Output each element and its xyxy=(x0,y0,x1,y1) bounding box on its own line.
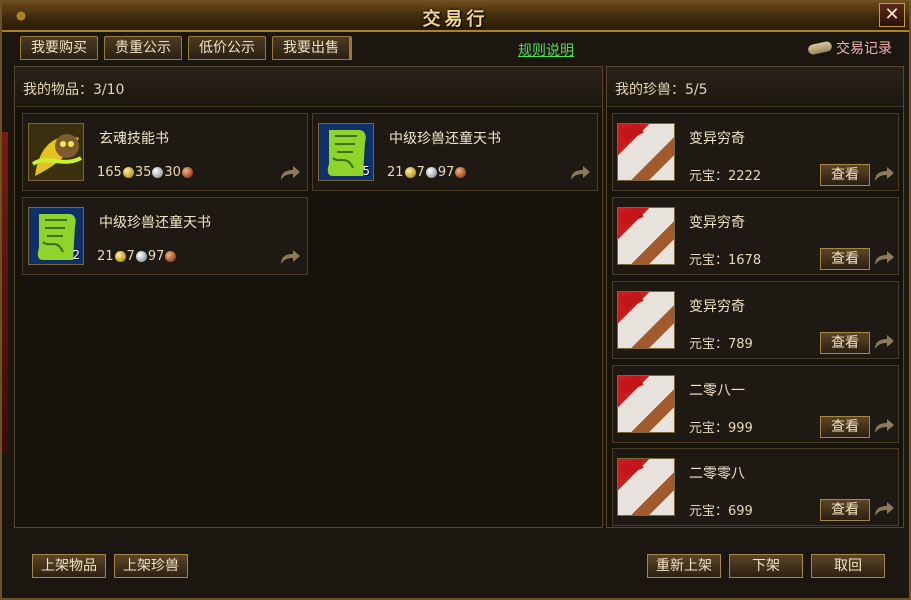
tab-lowprice[interactable]: 低价公示 xyxy=(188,36,266,60)
copper-amount: 30 xyxy=(164,165,181,180)
share-arrow-icon[interactable] xyxy=(873,502,895,518)
window-title: 交易行 xyxy=(422,9,489,30)
beast-name: 二零八一 xyxy=(689,383,745,399)
share-arrow-icon[interactable] xyxy=(873,251,895,267)
silver-amount: 7 xyxy=(416,165,425,180)
beast-price: 元宝：1678 xyxy=(689,253,762,268)
gold-amount: 21 xyxy=(97,249,114,264)
skill-book-icon xyxy=(28,123,84,181)
gold-coin-icon xyxy=(114,251,126,262)
stack-count: 2 xyxy=(72,248,80,262)
view-button[interactable]: 查看 xyxy=(820,499,870,521)
beast-portrait-icon xyxy=(617,291,675,349)
copper-amount: 97 xyxy=(437,165,455,180)
tab-valuable[interactable]: 贵重公示 xyxy=(104,36,182,60)
trade-window: 交易行 ✕ 我要购买 贵重公示 低价公示 我要出售 规则说明 交易记录 我的物品… xyxy=(0,0,911,600)
beast-portrait-icon xyxy=(617,123,675,181)
beast-card[interactable]: 二零零八 元宝：699 查看 xyxy=(612,448,899,526)
beast-price: 元宝：789 xyxy=(689,337,753,352)
tab-sell[interactable]: 我要出售 xyxy=(272,36,352,60)
view-button[interactable]: 查看 xyxy=(820,416,870,438)
silver-amount: 35 xyxy=(134,165,152,180)
beast-name: 变异穷奇 xyxy=(689,131,745,147)
my-beasts-header: 我的珍兽：5/5 xyxy=(607,67,903,107)
side-decoration xyxy=(2,132,8,452)
beast-name: 二零零八 xyxy=(689,466,745,482)
item-card[interactable]: 玄魂技能书 165 35 30 xyxy=(22,113,308,191)
beast-portrait-icon xyxy=(617,375,675,433)
item-price: 21 7 97 xyxy=(97,249,177,264)
copper-coin-icon xyxy=(455,167,467,178)
item-name: 中级珍兽还童天书 xyxy=(99,215,211,231)
gold-coin-icon xyxy=(404,167,416,178)
beast-name: 变异穷奇 xyxy=(689,215,745,231)
scroll-icon: 2 xyxy=(28,207,84,265)
my-beasts-panel: 我的珍兽：5/5 变异穷奇 元宝：2222 查看 变异穷奇 元宝：1678 查看… xyxy=(606,66,904,528)
my-items-panel: 我的物品：3/10 玄魂技能书 165 35 30 5 中级珍兽还童天书 21 … xyxy=(14,66,603,528)
tab-bar: 我要购买 贵重公示 低价公示 我要出售 xyxy=(20,36,352,62)
tab-buy[interactable]: 我要购买 xyxy=(20,36,98,60)
item-card[interactable]: 2 中级珍兽还童天书 21 7 97 xyxy=(22,197,308,275)
list-beasts-button[interactable]: 上架珍兽 xyxy=(114,554,188,578)
share-arrow-icon[interactable] xyxy=(873,419,895,435)
silver-coin-icon xyxy=(152,167,164,178)
beast-portrait-icon xyxy=(617,458,675,516)
share-arrow-icon[interactable] xyxy=(873,335,895,351)
trade-history-button[interactable]: 交易记录 xyxy=(808,38,892,58)
beast-name: 变异穷奇 xyxy=(689,299,745,315)
copper-amount: 97 xyxy=(147,249,165,264)
delist-button[interactable]: 下架 xyxy=(729,554,803,578)
silver-coin-icon xyxy=(135,251,147,262)
share-arrow-icon[interactable] xyxy=(873,167,895,183)
list-items-button[interactable]: 上架物品 xyxy=(32,554,106,578)
share-arrow-icon[interactable] xyxy=(569,166,591,182)
close-button[interactable]: ✕ xyxy=(879,3,905,27)
item-name: 中级珍兽还童天书 xyxy=(389,131,501,147)
stack-count: 5 xyxy=(362,164,370,178)
beast-card[interactable]: 变异穷奇 元宝：2222 查看 xyxy=(612,113,899,191)
copper-coin-icon xyxy=(181,167,193,178)
beast-price: 元宝：699 xyxy=(689,504,753,519)
rules-link[interactable]: 规则说明 xyxy=(518,40,574,60)
gold-amount: 165 xyxy=(97,165,122,180)
beast-card[interactable]: 二零八一 元宝：999 查看 xyxy=(612,365,899,443)
view-button[interactable]: 查看 xyxy=(820,332,870,354)
scroll-icon: 5 xyxy=(318,123,374,181)
relist-button[interactable]: 重新上架 xyxy=(647,554,721,578)
item-price: 21 7 97 xyxy=(387,165,467,180)
retrieve-button[interactable]: 取回 xyxy=(811,554,885,578)
view-button[interactable]: 查看 xyxy=(820,248,870,270)
beast-portrait-icon xyxy=(617,207,675,265)
silver-coin-icon xyxy=(425,167,437,178)
gold-coin-icon xyxy=(122,167,134,178)
beast-card[interactable]: 变异穷奇 元宝：1678 查看 xyxy=(612,197,899,275)
title-bar: 交易行 ✕ xyxy=(2,2,909,32)
share-arrow-icon[interactable] xyxy=(279,166,301,182)
my-items-header: 我的物品：3/10 xyxy=(15,67,602,107)
gold-amount: 21 xyxy=(387,165,404,180)
item-price: 165 35 30 xyxy=(97,165,194,180)
view-button[interactable]: 查看 xyxy=(820,164,870,186)
silver-amount: 7 xyxy=(126,249,135,264)
beast-price: 元宝：2222 xyxy=(689,169,762,184)
share-arrow-icon[interactable] xyxy=(279,250,301,266)
item-name: 玄魂技能书 xyxy=(99,131,169,147)
item-card[interactable]: 5 中级珍兽还童天书 21 7 97 xyxy=(312,113,598,191)
trade-history-label: 交易记录 xyxy=(836,41,892,57)
scroll-icon xyxy=(808,40,834,56)
beast-price: 元宝：999 xyxy=(689,421,753,436)
beast-card[interactable]: 变异穷奇 元宝：789 查看 xyxy=(612,281,899,359)
copper-coin-icon xyxy=(165,251,177,262)
